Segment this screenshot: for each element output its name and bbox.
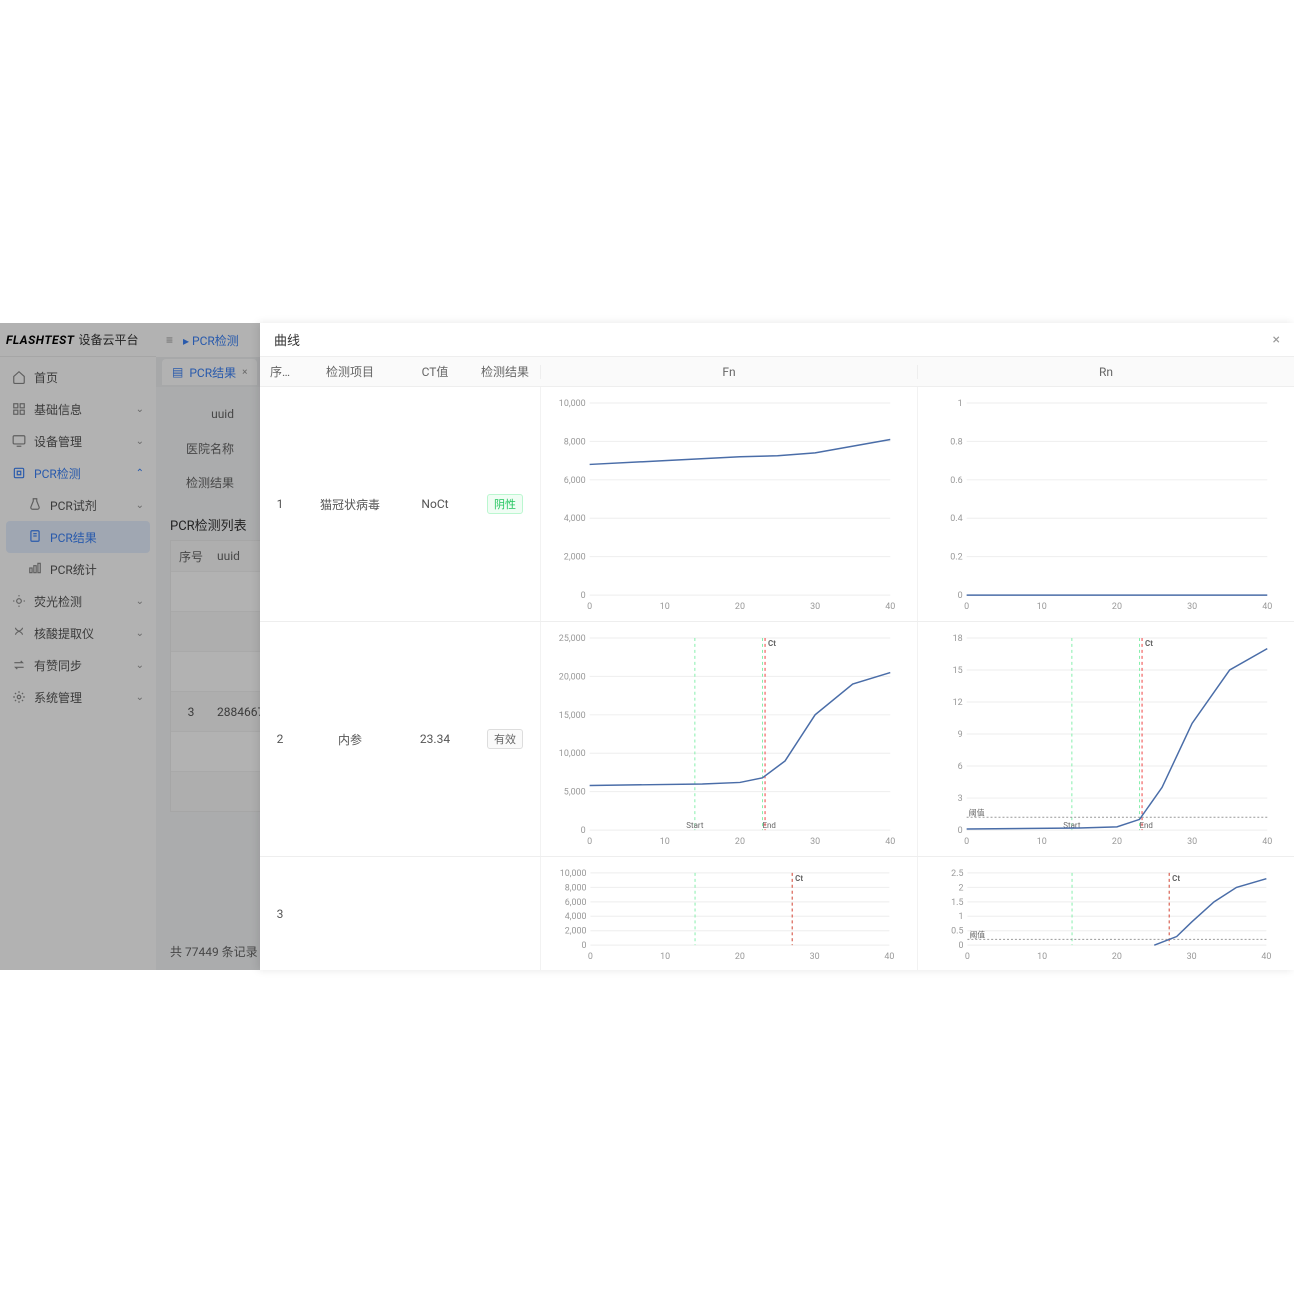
svg-text:10,000: 10,000 — [559, 399, 586, 409]
svg-text:Ct: Ct — [1145, 639, 1153, 648]
svg-text:9: 9 — [958, 730, 963, 740]
svg-text:40: 40 — [1262, 837, 1272, 847]
svg-text:40: 40 — [884, 952, 894, 962]
row-index: 3 — [260, 907, 300, 921]
svg-text:4,000: 4,000 — [565, 912, 587, 922]
svg-text:1: 1 — [958, 399, 963, 409]
svg-text:2.5: 2.5 — [951, 869, 963, 879]
drawer-header: 曲线 × — [260, 323, 1294, 357]
svg-text:5,000: 5,000 — [564, 788, 586, 798]
svg-text:10: 10 — [1037, 837, 1047, 847]
svg-text:6,000: 6,000 — [565, 898, 587, 908]
svg-text:12: 12 — [953, 698, 963, 708]
svg-text:0.8: 0.8 — [950, 437, 962, 447]
svg-text:10: 10 — [1037, 602, 1047, 612]
svg-text:Ct: Ct — [768, 639, 776, 648]
svg-text:0.4: 0.4 — [950, 514, 962, 524]
svg-text:阈值: 阈值 — [969, 929, 985, 939]
row-index: 1 — [260, 497, 300, 511]
svg-text:0: 0 — [958, 826, 963, 836]
chart-row: 3 02,0004,0006,0008,00010,000010203040Ct… — [260, 857, 1294, 970]
svg-text:10: 10 — [660, 837, 670, 847]
svg-text:3: 3 — [958, 794, 963, 804]
fn-chart: 0 2,000 4,000 6,000 8,000 10,000 0 10 20 30 40 Ct — [540, 857, 917, 970]
svg-text:18: 18 — [953, 634, 963, 644]
svg-text:1: 1 — [958, 912, 963, 922]
svg-text:0: 0 — [581, 941, 586, 951]
chart-row: 1 猫冠状病毒 NoCt 阴性 0 2,000 4,000 6,000 8,000 10,… — [260, 387, 1294, 622]
row-project: 内参 — [300, 731, 400, 748]
fn-chart: 0 5,000 10,000 15,000 20,000 25,000 0 10 20 30 40 S… — [540, 622, 917, 856]
curve-drawer: 曲线 × 序… 检测项目 CT值 检测结果 Fn Rn 1 猫冠状病毒 NoCt… — [260, 323, 1294, 970]
svg-text:10,000: 10,000 — [560, 869, 587, 879]
svg-text:0: 0 — [581, 591, 586, 601]
svg-text:End: End — [1139, 821, 1152, 830]
svg-text:End: End — [762, 821, 775, 830]
rn-chart: 0 0.5 1 1.5 2 2.5 0 10 20 30 40 Ct 阈值 — [917, 857, 1294, 970]
svg-text:20: 20 — [1112, 602, 1122, 612]
svg-text:0: 0 — [587, 837, 592, 847]
svg-text:1.5: 1.5 — [951, 898, 963, 908]
svg-text:20: 20 — [1112, 837, 1122, 847]
svg-text:0: 0 — [581, 826, 586, 836]
svg-text:0: 0 — [958, 591, 963, 601]
rn-chart: 0369121518010203040StartEndCt阈值 — [917, 622, 1294, 856]
svg-text:6,000: 6,000 — [564, 476, 586, 486]
svg-text:40: 40 — [885, 602, 895, 612]
svg-text:10,000: 10,000 — [559, 749, 586, 759]
row-result: 有效 — [470, 729, 540, 749]
svg-text:20: 20 — [735, 837, 745, 847]
svg-text:2: 2 — [958, 883, 963, 893]
svg-text:10: 10 — [1037, 952, 1047, 962]
chart-table-header: 序… 检测项目 CT值 检测结果 Fn Rn — [260, 357, 1294, 387]
svg-text:10: 10 — [660, 952, 670, 962]
svg-text:0.2: 0.2 — [950, 553, 962, 563]
svg-text:0: 0 — [588, 952, 593, 962]
svg-text:40: 40 — [1262, 602, 1272, 612]
rn-chart: 00.20.40.60.81010203040 — [917, 387, 1294, 621]
svg-text:阈值: 阈值 — [969, 807, 985, 817]
svg-text:15,000: 15,000 — [559, 711, 586, 721]
svg-text:8,000: 8,000 — [565, 883, 587, 893]
svg-text:2,000: 2,000 — [565, 927, 587, 937]
svg-text:30: 30 — [1187, 602, 1197, 612]
svg-text:30: 30 — [810, 602, 820, 612]
svg-text:2,000: 2,000 — [564, 553, 586, 563]
svg-text:10: 10 — [660, 602, 670, 612]
svg-text:0.6: 0.6 — [950, 476, 962, 486]
svg-text:0: 0 — [965, 952, 970, 962]
svg-text:4,000: 4,000 — [564, 514, 586, 524]
drawer-title: 曲线 — [274, 330, 300, 349]
svg-text:0: 0 — [964, 837, 969, 847]
svg-text:8,000: 8,000 — [564, 437, 586, 447]
svg-text:20: 20 — [735, 952, 745, 962]
svg-text:40: 40 — [1261, 952, 1271, 962]
svg-text:0.5: 0.5 — [951, 927, 963, 937]
svg-text:0: 0 — [587, 602, 592, 612]
svg-text:Ct: Ct — [795, 874, 803, 883]
row-ct: 23.34 — [400, 732, 470, 746]
svg-text:20: 20 — [1112, 952, 1122, 962]
svg-text:0: 0 — [958, 941, 963, 951]
svg-text:20,000: 20,000 — [559, 672, 586, 682]
row-index: 2 — [260, 732, 300, 746]
svg-text:30: 30 — [1187, 952, 1197, 962]
chart-row: 2 内参 23.34 有效 0 5,000 10,000 15,000 20,000 25… — [260, 622, 1294, 857]
svg-text:30: 30 — [1187, 837, 1197, 847]
svg-text:0: 0 — [964, 602, 969, 612]
svg-text:Start: Start — [686, 821, 704, 830]
svg-text:40: 40 — [885, 837, 895, 847]
svg-text:Ct: Ct — [1172, 874, 1180, 883]
svg-text:20: 20 — [735, 602, 745, 612]
row-ct: NoCt — [400, 497, 470, 511]
row-result: 阴性 — [470, 494, 540, 514]
svg-text:25,000: 25,000 — [559, 634, 586, 644]
row-project: 猫冠状病毒 — [300, 496, 400, 513]
svg-text:30: 30 — [810, 952, 820, 962]
svg-text:15: 15 — [953, 666, 963, 676]
close-icon[interactable]: × — [1273, 332, 1280, 348]
svg-text:30: 30 — [810, 837, 820, 847]
fn-chart: 0 2,000 4,000 6,000 8,000 10,000 0 10 20 30 40 — [540, 387, 917, 621]
svg-text:6: 6 — [958, 762, 963, 772]
